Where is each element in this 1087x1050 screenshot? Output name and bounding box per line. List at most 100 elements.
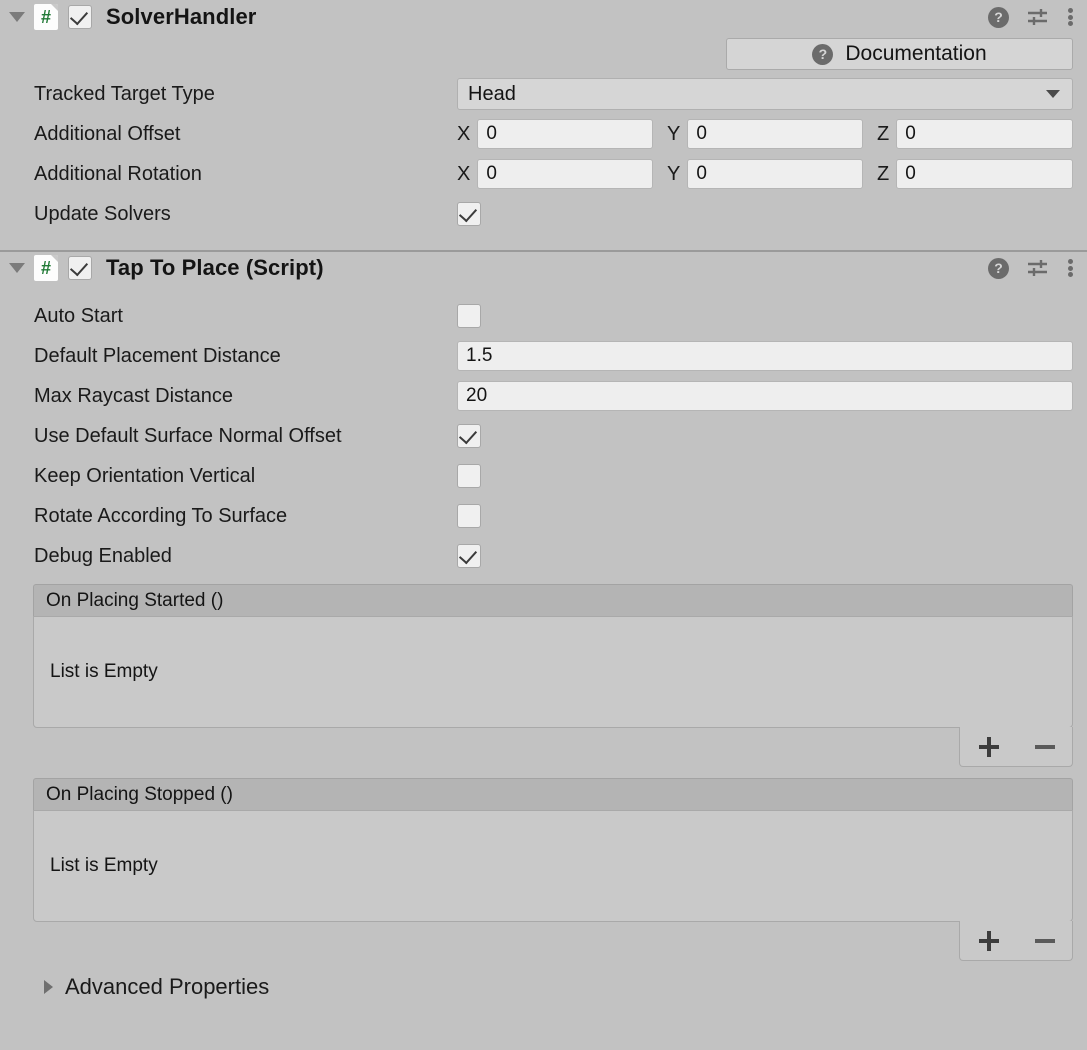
tracked-target-type-dropdown[interactable]: Head [457, 78, 1073, 110]
help-icon: ? [812, 43, 834, 65]
chevron-right-icon [44, 980, 53, 994]
property-row-max-raycast-distance: Max Raycast Distance 20 [0, 376, 1087, 416]
additional-rotation-x-input[interactable]: 0 [477, 159, 653, 189]
property-row-debug-enabled: Debug Enabled [0, 536, 1087, 576]
documentation-row: ? Documentation [0, 34, 1087, 74]
axis-label-y: Y [667, 122, 681, 145]
component-enabled-checkbox-solverhandler[interactable] [68, 5, 92, 29]
unity-event-empty-text: List is Empty [50, 661, 158, 682]
axis-label-x: X [457, 122, 471, 145]
component-body-tap-to-place: Auto Start Default Placement Distance 1.… [0, 284, 1087, 1010]
add-item-button[interactable] [978, 930, 1000, 952]
advanced-properties-label: Advanced Properties [65, 974, 270, 999]
add-item-button[interactable] [978, 736, 1000, 758]
vector3-segment-z: Z 0 [877, 119, 1073, 149]
foldout-toggle-solverhandler[interactable] [0, 12, 34, 22]
max-raycast-distance-input[interactable]: 20 [457, 381, 1073, 411]
additional-offset-z-input[interactable]: 0 [896, 119, 1073, 149]
events-gap [0, 770, 1087, 778]
additional-offset-x-input[interactable]: 0 [477, 119, 653, 149]
script-file-icon: # [34, 255, 58, 281]
kebab-dot [1067, 21, 1073, 26]
unity-event-empty-text: List is Empty [50, 855, 158, 876]
more-menu-icon[interactable] [1067, 6, 1073, 28]
auto-start-checkbox[interactable] [457, 304, 481, 328]
documentation-button[interactable]: ? Documentation [726, 38, 1073, 70]
remove-item-button[interactable] [1034, 744, 1055, 749]
component-header-solverhandler[interactable]: # SolverHandler ? [0, 0, 1087, 34]
axis-label-z: Z [877, 162, 890, 185]
component-enabled-checkbox-tap-to-place[interactable] [68, 256, 92, 280]
property-label: Keep Orientation Vertical [34, 464, 256, 487]
dropdown-value: Head [468, 82, 516, 105]
debug-enabled-checkbox[interactable] [457, 544, 481, 568]
property-label: Rotate According To Surface [34, 504, 288, 527]
kebab-dot [1067, 14, 1073, 20]
property-label: Additional Rotation [34, 162, 202, 185]
unity-event-list[interactable]: List is Empty [33, 810, 1073, 922]
property-row-additional-rotation: Additional Rotation X 0 Y 0 Z 0 [0, 154, 1087, 194]
property-label: Max Raycast Distance [34, 384, 233, 407]
property-label: Use Default Surface Normal Offset [34, 424, 342, 447]
chevron-down-icon [1046, 90, 1060, 98]
update-solvers-checkbox[interactable] [457, 202, 481, 226]
property-label: Update Solvers [34, 202, 171, 225]
help-icon[interactable]: ? [988, 257, 1009, 279]
property-row-additional-offset: Additional Offset X 0 Y 0 Z 0 [0, 114, 1087, 154]
rotate-according-to-surface-checkbox[interactable] [457, 504, 481, 528]
property-label: Additional Offset [34, 122, 181, 145]
vector3-segment-x: X 0 [457, 119, 653, 149]
property-control [457, 504, 1073, 528]
unity-event-on-placing-stopped: On Placing Stopped () List is Empty [33, 778, 1073, 964]
documentation-button-label: Documentation [845, 42, 987, 65]
property-control [457, 304, 1073, 328]
property-control: 1.5 [457, 341, 1073, 371]
vector3-segment-y: Y 0 [667, 119, 863, 149]
property-control: 20 [457, 381, 1073, 411]
axis-label-y: Y [667, 162, 681, 185]
top-spacer [0, 284, 1087, 296]
events-spacer [0, 576, 1087, 584]
property-row-use-default-surface-normal-offset: Use Default Surface Normal Offset [0, 416, 1087, 456]
more-menu-icon[interactable] [1067, 257, 1073, 279]
property-label: Debug Enabled [34, 544, 172, 567]
kebab-dot [1067, 259, 1073, 264]
advanced-properties-foldout[interactable]: Advanced Properties [0, 964, 1087, 1010]
property-control [457, 544, 1073, 568]
chevron-down-icon [9, 263, 25, 273]
property-label: Auto Start [34, 304, 123, 327]
checkmark-icon [458, 203, 478, 223]
additional-rotation-y-input[interactable]: 0 [687, 159, 863, 189]
unity-event-header[interactable]: On Placing Started () [33, 584, 1073, 616]
component-header-icons-tap-to-place: ? [988, 252, 1073, 284]
preset-icon[interactable] [1027, 7, 1049, 27]
help-icon[interactable]: ? [988, 6, 1009, 28]
unity-event-list-controls [959, 921, 1073, 961]
keep-orientation-vertical-checkbox[interactable] [457, 464, 481, 488]
use-default-surface-normal-offset-checkbox[interactable] [457, 424, 481, 448]
checkmark-icon [458, 545, 478, 565]
component-header-icons-solverhandler: ? [988, 0, 1073, 34]
unity-event-header[interactable]: On Placing Stopped () [33, 778, 1073, 810]
additional-rotation-z-input[interactable]: 0 [896, 159, 1073, 189]
component-title-tap-to-place: Tap To Place (Script) [106, 255, 324, 280]
property-control: Head [457, 78, 1073, 110]
additional-offset-y-input[interactable]: 0 [687, 119, 863, 149]
property-row-keep-orientation-vertical: Keep Orientation Vertical [0, 456, 1087, 496]
checkmark-icon [458, 425, 478, 445]
remove-item-button[interactable] [1034, 938, 1055, 943]
unity-event-list[interactable]: List is Empty [33, 616, 1073, 728]
script-file-icon: # [34, 4, 58, 30]
foldout-toggle-tap-to-place[interactable] [0, 263, 34, 273]
default-placement-distance-input[interactable]: 1.5 [457, 341, 1073, 371]
vector3-field-additional-rotation: X 0 Y 0 Z 0 [457, 159, 1073, 189]
axis-label-z: Z [877, 122, 890, 145]
vector3-segment-y: Y 0 [667, 159, 863, 189]
component-header-tap-to-place[interactable]: # Tap To Place (Script) ? [0, 250, 1087, 284]
preset-icon[interactable] [1027, 258, 1049, 278]
unity-event-title: On Placing Started () [46, 589, 224, 611]
property-row-update-solvers: Update Solvers [0, 194, 1087, 234]
property-row-auto-start: Auto Start [0, 296, 1087, 336]
property-row-default-placement-distance: Default Placement Distance 1.5 [0, 336, 1087, 376]
unity-event-footer [33, 921, 1073, 964]
